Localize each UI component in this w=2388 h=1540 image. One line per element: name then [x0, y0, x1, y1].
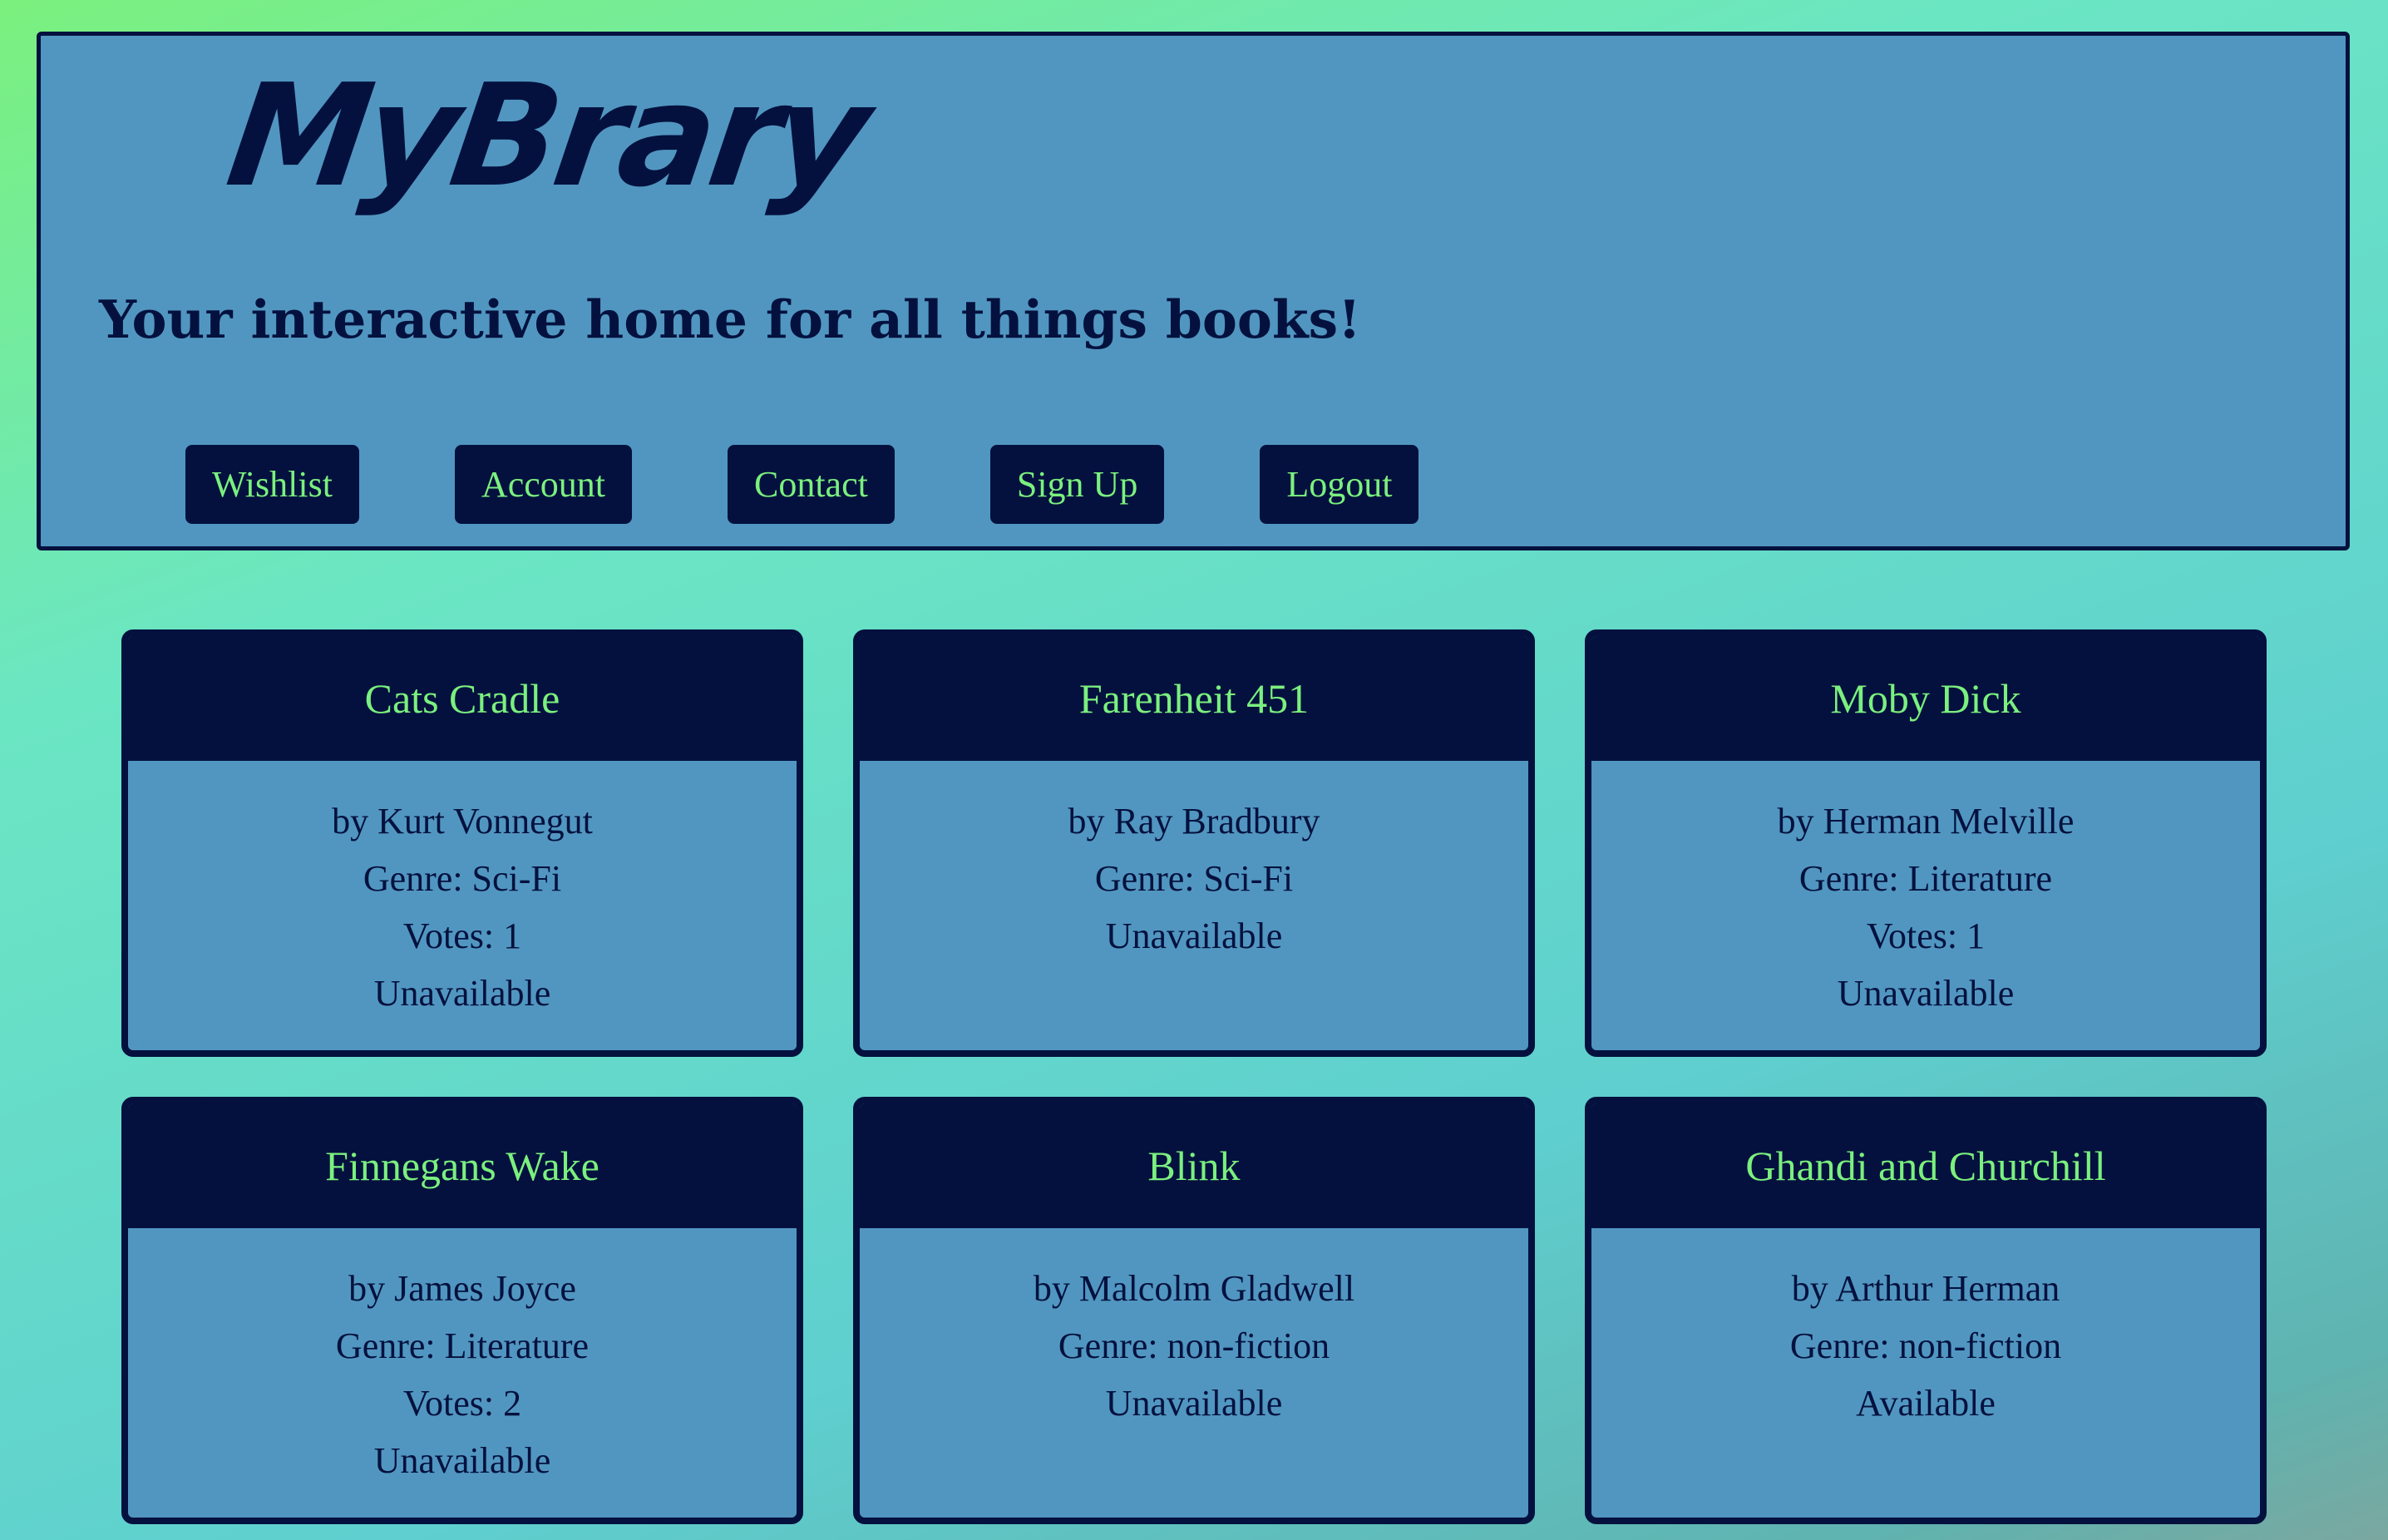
book-genre: Genre: Literature: [335, 1325, 590, 1366]
book-card[interactable]: Ghandi and Churchill by Arthur Herman Ge…: [1585, 1097, 2267, 1524]
book-votes: Votes: 2: [402, 1383, 522, 1424]
book-details: by Malcolm Gladwell Genre: non-fiction U…: [860, 1228, 1528, 1432]
book-genre: Genre: Literature: [1798, 858, 2053, 899]
book-genre: Genre: Sci-Fi: [1094, 858, 1294, 899]
sign-up-button[interactable]: Sign Up: [989, 445, 1165, 524]
book-author: by Kurt Vonnegut: [332, 801, 593, 842]
book-details: by Ray Bradbury Genre: Sci-Fi Unavailabl…: [860, 761, 1528, 965]
book-votes: Votes: 1: [402, 916, 522, 956]
wishlist-button[interactable]: Wishlist: [185, 445, 359, 524]
book-card[interactable]: Cats Cradle by Kurt Vonnegut Genre: Sci-…: [121, 629, 803, 1057]
book-genre: Genre: non-fiction: [1058, 1325, 1330, 1366]
book-title: Blink: [860, 1103, 1528, 1228]
book-title: Farenheit 451: [860, 636, 1528, 761]
site-tagline: Your interactive home for all things boo…: [99, 289, 1361, 350]
account-button[interactable]: Account: [454, 445, 632, 524]
book-card[interactable]: Blink by Malcolm Gladwell Genre: non-fic…: [853, 1097, 1535, 1524]
book-grid: Cats Cradle by Kurt Vonnegut Genre: Sci-…: [121, 629, 2267, 1524]
book-author: by James Joyce: [348, 1268, 576, 1309]
logout-button[interactable]: Logout: [1260, 445, 1419, 524]
book-card[interactable]: Farenheit 451 by Ray Bradbury Genre: Sci…: [853, 629, 1535, 1057]
book-details: by James Joyce Genre: Literature Votes: …: [128, 1228, 797, 1489]
book-details: by Arthur Herman Genre: non-fiction Avai…: [1591, 1228, 2260, 1432]
book-votes: Votes: 1: [1866, 916, 1986, 956]
book-card[interactable]: Moby Dick by Herman Melville Genre: Lite…: [1585, 629, 2267, 1057]
book-details: by Herman Melville Genre: Literature Vot…: [1591, 761, 2260, 1022]
book-availability: Unavailable: [1105, 916, 1283, 956]
book-author: by Ray Bradbury: [1068, 801, 1320, 842]
book-author: by Arthur Herman: [1791, 1268, 2060, 1309]
book-author: by Herman Melville: [1777, 801, 2075, 842]
book-availability: Unavailable: [373, 1440, 551, 1481]
book-availability: Available: [1856, 1383, 1996, 1424]
book-title: Cats Cradle: [128, 636, 797, 761]
main-nav: Wishlist Account Contact Sign Up Logout: [185, 445, 1419, 524]
book-availability: Unavailable: [373, 973, 551, 1014]
site-header: MyBrary Your interactive home for all th…: [37, 32, 2350, 550]
book-author: by Malcolm Gladwell: [1033, 1268, 1355, 1309]
site-logo[interactable]: MyBrary: [219, 54, 875, 219]
book-title: Moby Dick: [1591, 636, 2260, 761]
book-card[interactable]: Finnegans Wake by James Joyce Genre: Lit…: [121, 1097, 803, 1524]
contact-button[interactable]: Contact: [727, 445, 895, 524]
book-genre: Genre: Sci-Fi: [363, 858, 562, 899]
book-title: Finnegans Wake: [128, 1103, 797, 1228]
book-details: by Kurt Vonnegut Genre: Sci-Fi Votes: 1 …: [128, 761, 797, 1022]
book-genre: Genre: non-fiction: [1789, 1325, 2062, 1366]
book-availability: Unavailable: [1105, 1383, 1283, 1424]
book-title: Ghandi and Churchill: [1591, 1103, 2260, 1228]
book-availability: Unavailable: [1837, 973, 2015, 1014]
